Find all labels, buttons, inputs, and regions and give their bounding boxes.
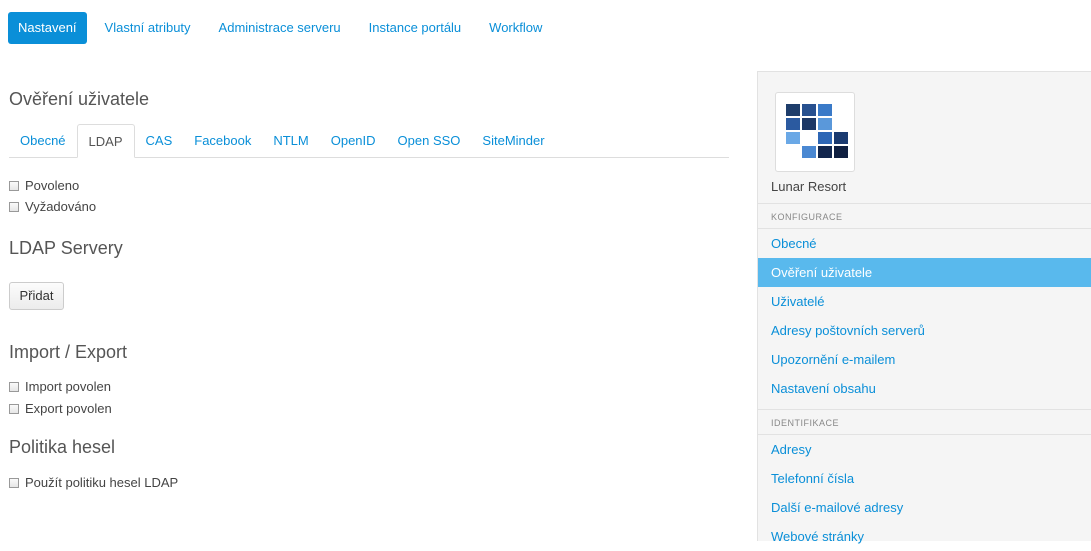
sidebar-item-email-notifications[interactable]: Upozornění e-mailem	[758, 345, 1091, 374]
tab-ldap[interactable]: LDAP	[76, 124, 135, 158]
sidebar-item-addresses[interactable]: Adresy	[758, 435, 1091, 464]
sidebar-item-websites[interactable]: Webové stránky	[758, 522, 1091, 551]
site-logo	[775, 92, 855, 172]
tab-ntlm[interactable]: NTLM	[262, 124, 319, 156]
tab-openid[interactable]: OpenID	[320, 124, 387, 156]
sidebar: Lunar Resort KONFIGURACE Obecné Ověření …	[757, 71, 1091, 544]
nav-custom-attributes[interactable]: Vlastní atributy	[95, 12, 201, 44]
tab-general[interactable]: Obecné	[9, 124, 77, 156]
required-label: Vyžadováno	[25, 199, 97, 214]
nav-server-administration[interactable]: Administrace serveru	[209, 12, 351, 44]
export-row[interactable]: Export povolen	[9, 401, 112, 416]
export-checkbox[interactable]	[9, 403, 19, 414]
add-button[interactable]: Přidat	[9, 282, 64, 310]
nav-portal-instances[interactable]: Instance portálu	[359, 12, 472, 44]
import-checkbox[interactable]	[9, 381, 19, 392]
enabled-label: Povoleno	[25, 178, 80, 193]
tab-facebook[interactable]: Facebook	[183, 124, 262, 156]
sidebar-item-phone-numbers[interactable]: Telefonní čísla	[758, 464, 1091, 493]
sidebar-item-mail-servers[interactable]: Adresy poštovních serverů	[758, 316, 1091, 345]
identification-section-header: IDENTIFIKACE	[758, 409, 1091, 435]
sidebar-item-additional-emails[interactable]: Další e-mailové adresy	[758, 493, 1091, 522]
ldap-policy-label: Použít politiku hesel LDAP	[25, 475, 179, 490]
nav-settings[interactable]: Nastavení	[8, 12, 87, 44]
nav-workflow[interactable]: Workflow	[479, 12, 552, 44]
enabled-checkbox[interactable]	[9, 180, 19, 191]
sidebar-item-general[interactable]: Obecné	[758, 229, 1091, 258]
sidebar-item-user-authentication[interactable]: Ověření uživatele	[758, 258, 1091, 287]
auth-tabs: Obecné LDAP CAS Facebook NTLM OpenID Ope…	[9, 124, 729, 158]
page-title: Ověření uživatele	[9, 89, 150, 109]
enabled-row[interactable]: Povoleno	[9, 178, 79, 193]
site-name: Lunar Resort	[771, 179, 847, 194]
password-policy-heading: Politika hesel	[9, 437, 116, 457]
export-label: Export povolen	[25, 401, 112, 416]
sidebar-item-users[interactable]: Uživatelé	[758, 287, 1091, 316]
tab-open-sso[interactable]: Open SSO	[387, 124, 472, 156]
top-nav: Nastavení Vlastní atributy Administrace …	[8, 12, 560, 44]
import-label: Import povolen	[25, 379, 111, 394]
config-section-header: KONFIGURACE	[758, 203, 1091, 229]
ldap-servers-heading: LDAP Servery	[9, 238, 123, 258]
required-row[interactable]: Vyžadováno	[9, 199, 96, 214]
ldap-policy-checkbox[interactable]	[9, 477, 19, 488]
logo-icon	[786, 104, 848, 158]
import-export-heading: Import / Export	[9, 342, 128, 362]
tab-cas[interactable]: CAS	[135, 124, 184, 156]
tab-siteminder[interactable]: SiteMinder	[471, 124, 555, 156]
sidebar-item-content-settings[interactable]: Nastavení obsahu	[758, 374, 1091, 403]
required-checkbox[interactable]	[9, 201, 19, 212]
ldap-policy-row[interactable]: Použít politiku hesel LDAP	[9, 475, 178, 490]
import-row[interactable]: Import povolen	[9, 379, 111, 394]
